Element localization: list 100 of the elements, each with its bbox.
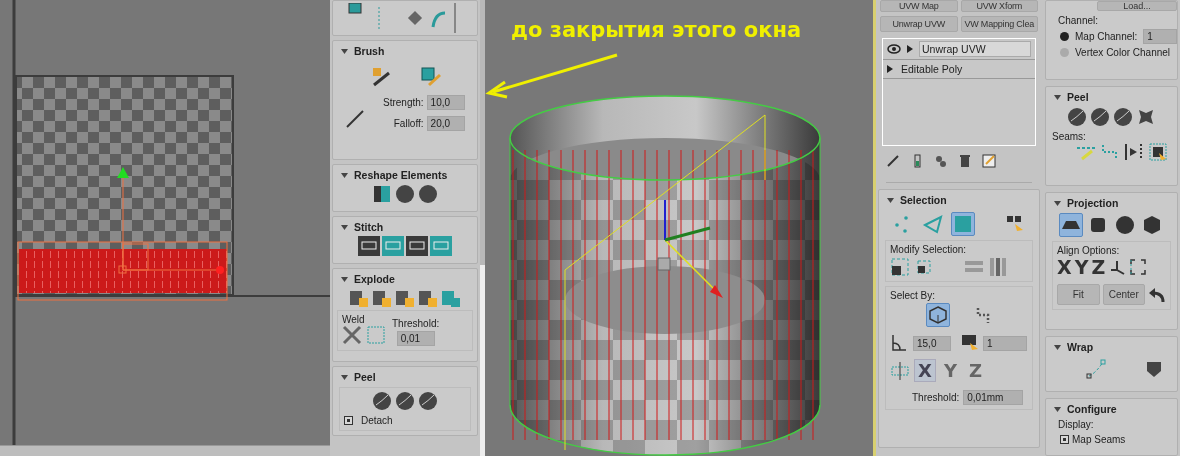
line-tool-icon[interactable] xyxy=(345,107,367,129)
grow-selection-icon[interactable] xyxy=(890,257,910,277)
falloff-field[interactable]: 20,0 xyxy=(426,116,465,131)
peel-icon[interactable] xyxy=(1067,107,1087,127)
collapse-icon[interactable] xyxy=(341,374,348,380)
shrink-selection-icon[interactable] xyxy=(914,257,934,277)
collapse-icon[interactable] xyxy=(341,276,348,282)
weld-icon[interactable] xyxy=(342,325,362,345)
radio-label: Map Channel: xyxy=(1075,31,1138,42)
group-label: Modify Selection: xyxy=(890,244,968,255)
expand-icon[interactable] xyxy=(887,65,893,73)
surface-icon[interactable] xyxy=(1144,359,1164,379)
group-label: Display: xyxy=(1058,419,1095,430)
group-label: Channel: xyxy=(1058,15,1100,26)
grid-icon[interactable] xyxy=(372,184,392,204)
element-cube-icon[interactable] xyxy=(926,303,950,327)
modifier-button[interactable]: VW Mapping Clea xyxy=(960,16,1038,32)
peel-icon[interactable] xyxy=(418,391,438,411)
grid-cursor-icon[interactable] xyxy=(1148,142,1168,162)
rollout-title[interactable]: Peel xyxy=(354,371,376,383)
threshold-field[interactable]: 0,01mm xyxy=(963,390,1024,405)
threshold-field[interactable]: 0,01 xyxy=(396,331,435,346)
rollout-title[interactable]: Selection xyxy=(900,194,947,206)
stack-item[interactable]: Editable Poly xyxy=(899,62,1031,76)
explode-icon[interactable] xyxy=(395,288,415,308)
modifier-button[interactable]: UVW Xform xyxy=(960,0,1038,12)
align-axis-button[interactable]: Z xyxy=(1091,256,1106,278)
rollout-title[interactable]: Projection xyxy=(1067,197,1119,209)
rollout-title[interactable]: Wrap xyxy=(1067,341,1094,353)
sphere-map-icon[interactable] xyxy=(1113,213,1137,237)
align-axis-button[interactable]: Y xyxy=(1074,256,1089,278)
channel-radio[interactable] xyxy=(1060,32,1069,41)
field-label: Strength: xyxy=(383,97,424,108)
group-label: Seams: xyxy=(1052,131,1087,142)
axis-toggle[interactable]: Z xyxy=(964,359,986,382)
collapse-icon[interactable] xyxy=(1054,200,1061,206)
modifier-button[interactable]: Unwrap UVW xyxy=(880,16,958,32)
peel-icon[interactable] xyxy=(395,391,415,411)
field-label: Threshold: xyxy=(392,318,440,329)
stitch-icon[interactable] xyxy=(358,236,380,256)
peel-icon[interactable] xyxy=(1113,107,1133,127)
trash-icon[interactable] xyxy=(958,154,972,168)
expand-icon[interactable] xyxy=(907,45,913,53)
align-axis-button[interactable]: X xyxy=(1057,256,1072,278)
count-field[interactable]: 1 xyxy=(983,335,1027,351)
collapse-icon[interactable] xyxy=(341,224,348,230)
grid-cursor-icon[interactable] xyxy=(960,333,980,353)
rollout-title[interactable]: Explode xyxy=(354,273,395,285)
radio-label: Vertex Color Channel xyxy=(1075,47,1171,58)
axes-icon[interactable] xyxy=(1108,258,1127,276)
pin-icon[interactable] xyxy=(886,154,900,168)
fit-frame-icon[interactable] xyxy=(1129,258,1148,276)
rollout-title[interactable]: Brush xyxy=(354,45,385,57)
peel-icon[interactable] xyxy=(1090,107,1110,127)
angle-field[interactable]: 15,0 xyxy=(913,335,951,351)
annotation-text: до закрытия этого окна xyxy=(511,18,802,42)
collapse-icon[interactable] xyxy=(1054,406,1061,412)
undo-icon[interactable] xyxy=(1148,285,1166,304)
channel-radio[interactable] xyxy=(1060,48,1069,57)
field-label: Falloff: xyxy=(393,118,424,129)
planar-map-icon[interactable] xyxy=(1059,213,1083,237)
explode-icon[interactable] xyxy=(349,288,369,308)
axis-toggle[interactable]: X xyxy=(914,359,936,382)
map-seams-checkbox[interactable] xyxy=(1060,435,1069,444)
collapse-icon[interactable] xyxy=(1054,344,1061,350)
rollout-title[interactable]: Configure xyxy=(1067,403,1117,415)
collapse-icon[interactable] xyxy=(341,172,348,178)
loop-icon[interactable] xyxy=(988,257,1008,277)
field-label: Threshold: xyxy=(912,392,960,403)
rollout-title[interactable]: Peel xyxy=(1067,91,1089,103)
stitch-icon[interactable] xyxy=(406,236,428,256)
explode-icon[interactable] xyxy=(418,288,438,308)
arrow-bar-icon[interactable] xyxy=(1124,142,1144,162)
rollout-title[interactable]: Stitch xyxy=(354,221,384,233)
load-button[interactable]: Load... xyxy=(1097,1,1177,11)
map-channel-field[interactable]: 1 xyxy=(1143,29,1177,44)
scrollbar-thumb[interactable] xyxy=(480,0,485,265)
eye-icon[interactable] xyxy=(887,44,901,54)
projection-button[interactable]: Fit xyxy=(1057,284,1100,305)
cube-brush-icon[interactable] xyxy=(419,65,441,87)
configure-icon[interactable] xyxy=(982,154,996,168)
stack-item[interactable]: Unwrap UVW xyxy=(919,41,1031,57)
explode-icon[interactable] xyxy=(372,288,392,308)
cubes-cursor-icon[interactable] xyxy=(1005,214,1025,234)
strength-field[interactable]: 10,0 xyxy=(426,95,465,110)
collapse-icon[interactable] xyxy=(1054,94,1061,100)
axis-toggle[interactable]: Y xyxy=(939,359,961,382)
modifier-button[interactable]: UVW Map xyxy=(880,0,958,12)
checkbox-label: Map Seams xyxy=(1072,434,1126,445)
peel-icon[interactable] xyxy=(372,391,392,411)
modifiers-icon[interactable] xyxy=(934,154,948,168)
collapse-icon[interactable] xyxy=(887,197,894,203)
weld-label: Weld xyxy=(342,314,366,325)
group-label: Align Options: xyxy=(1057,245,1121,256)
group-label: Select By: xyxy=(890,290,937,301)
rollout-title[interactable]: Reshape Elements xyxy=(354,169,448,181)
checkbox-label: Detach xyxy=(361,415,393,426)
detach-checkbox[interactable] xyxy=(344,416,353,425)
collapse-icon[interactable] xyxy=(341,48,348,54)
projection-button[interactable]: Center xyxy=(1102,284,1145,305)
